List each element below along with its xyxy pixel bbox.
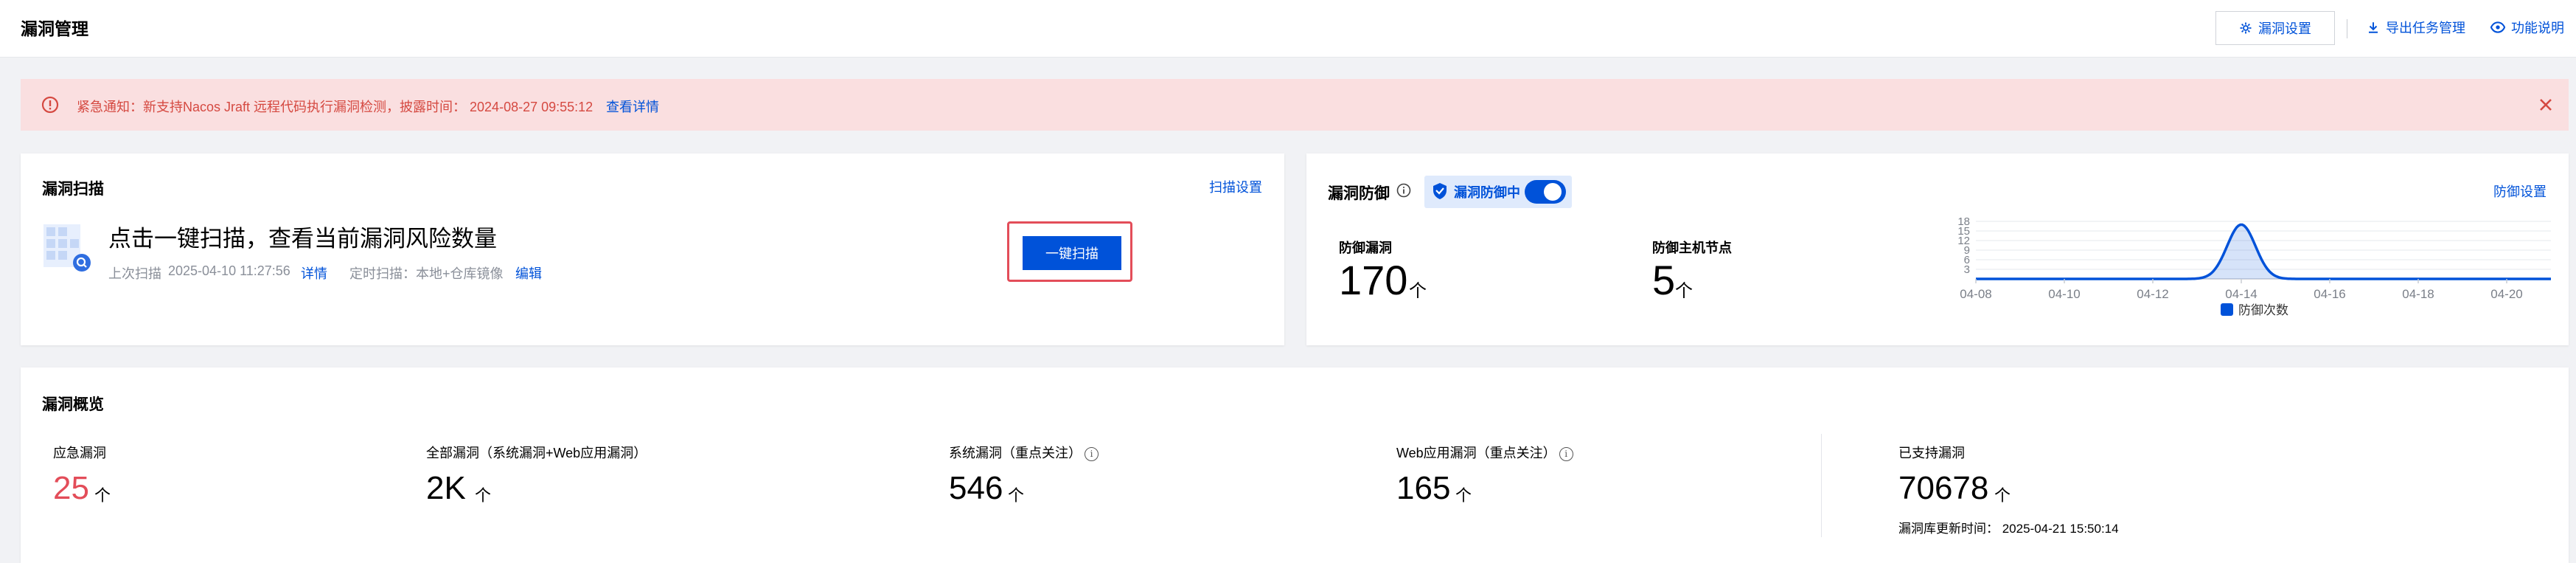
defended-vulns-label: 防御漏洞: [1339, 241, 1392, 255]
x-tick-label: 04-14: [2225, 287, 2257, 301]
overview-stat-value: 165: [1396, 470, 1451, 506]
overview-stat-unit: 个: [1008, 486, 1025, 505]
overview-stat-unit: 个: [1455, 486, 1472, 505]
gear-icon: [2240, 22, 2252, 34]
overview-stat-value: 546: [949, 470, 1003, 506]
overview-stat-value: 70678: [1898, 470, 1989, 506]
defense-card-title: 漏洞防御: [1328, 185, 1390, 202]
overview-stat-label: 应急漏洞: [53, 446, 106, 460]
scheduled-scan-label: 定时扫描：本地+仓库镜像: [349, 266, 504, 281]
scan-illustration-icon: [43, 224, 91, 272]
defense-badge-label: 漏洞防御中: [1454, 185, 1520, 200]
eye-icon: [2490, 21, 2505, 33]
legend-label[interactable]: 防御次数: [2238, 303, 2288, 317]
overview-stat-label: 系统漏洞（重点关注） i: [949, 443, 1099, 462]
urgent-alert-banner: 紧急通知：新支持Nacos Jraft 远程代码执行漏洞检测，披露时间： 202…: [21, 79, 2569, 131]
overview-divider: [1821, 434, 1822, 537]
export-task-label: 导出任务管理: [2386, 21, 2465, 35]
top-header: 漏洞管理 漏洞设置 导出任务管理 功能说明: [0, 0, 2576, 58]
info-icon[interactable]: [1396, 183, 1411, 198]
x-tick-label: 04-18: [2402, 287, 2434, 301]
x-tick-label: 04-16: [2314, 287, 2345, 301]
alert-detail-link[interactable]: 查看详情: [606, 97, 659, 116]
defense-settings-link[interactable]: 防御设置: [2493, 182, 2547, 201]
info-icon[interactable]: i: [1559, 446, 1573, 461]
vuln-settings-button[interactable]: 漏洞设置: [2215, 11, 2335, 45]
help-link[interactable]: 功能说明: [2490, 18, 2564, 37]
defended-hosts-unit: 个: [1675, 281, 1693, 301]
x-tick-label: 04-08: [1960, 287, 1991, 301]
overview-stat-label: Web应用漏洞（重点关注） i: [1396, 443, 1573, 462]
legend-swatch: [2221, 303, 2233, 316]
last-scan-label: 上次扫描: [108, 266, 161, 281]
defense-trend-chart: 369121518 04-08 04-10 04-12 04-14 04-16 04-18…: [1957, 215, 2551, 317]
last-scan-time: 2025-04-10 11:27:56: [168, 263, 290, 278]
overview-card-title: 漏洞概览: [42, 396, 104, 413]
defended-hosts-label: 防御主机节点: [1652, 241, 1732, 255]
scan-detail-link[interactable]: 详情: [301, 263, 327, 283]
overview-stat-unit: 个: [1994, 486, 2011, 505]
vuln-settings-label: 漏洞设置: [2258, 21, 2311, 36]
overview-stat-label: 已支持漏洞: [1898, 446, 1965, 460]
scheduled-edit-link[interactable]: 编辑: [515, 263, 542, 283]
error-circle-icon: [41, 96, 59, 114]
overview-stat-label: 全部漏洞（系统漏洞+Web应用漏洞）: [426, 446, 647, 460]
defended-vulns-unit: 个: [1409, 281, 1427, 301]
export-task-link[interactable]: 导出任务管理: [2367, 18, 2465, 37]
defended-vulns-value: 170: [1339, 257, 1408, 303]
info-icon[interactable]: i: [1085, 446, 1099, 461]
defense-toggle-knob: [1544, 183, 1562, 201]
x-tick-label: 04-10: [2048, 287, 2080, 301]
one-click-scan-button[interactable]: 一键扫描: [1023, 236, 1121, 270]
close-icon[interactable]: [2535, 94, 2557, 116]
download-icon: [2369, 22, 2378, 33]
scan-headline: 点击一键扫描，查看当前漏洞风险数量: [108, 226, 497, 252]
overview-stat-value: 2K: [426, 470, 466, 506]
help-label: 功能说明: [2511, 21, 2564, 35]
x-tick-label: 04-20: [2490, 287, 2522, 301]
scan-settings-link[interactable]: 扫描设置: [1209, 177, 1262, 196]
overview-stat-unit: 个: [94, 486, 111, 505]
y-tick-label: 18: [1957, 215, 1970, 228]
scan-card-title: 漏洞扫描: [42, 181, 104, 198]
overview-stat-unit: 个: [475, 486, 492, 505]
defended-hosts-value: 5: [1652, 257, 1676, 303]
page-title: 漏洞管理: [21, 19, 88, 38]
vuln-db-update-time: 漏洞库更新时间： 2025-04-21 15:50:14: [1898, 522, 2119, 536]
overview-card: [21, 367, 2569, 563]
x-tick-label: 04-12: [2137, 287, 2168, 301]
overview-stat-value: 25: [53, 470, 89, 506]
shield-icon: [1433, 183, 1447, 199]
defense-series-area: [1976, 224, 2551, 279]
alert-text: 紧急通知：新支持Nacos Jraft 远程代码执行漏洞检测，披露时间： 202…: [77, 100, 593, 114]
